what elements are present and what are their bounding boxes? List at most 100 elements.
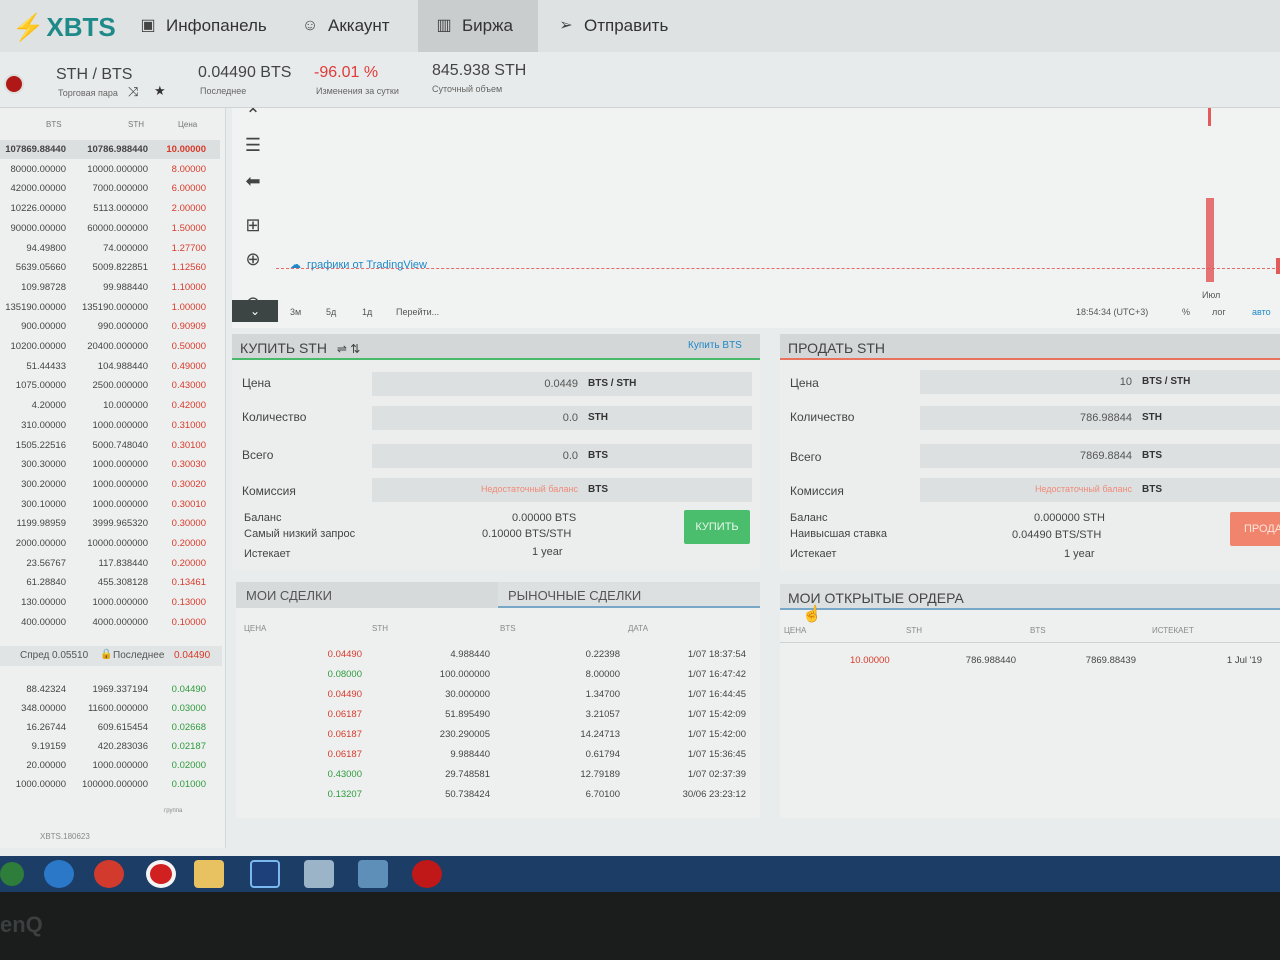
ask-row[interactable]: 1075.00000 2500.000000 0.43000 <box>0 376 220 395</box>
buy-total-field[interactable]: 0.0 BTS <box>372 444 752 468</box>
ask-row[interactable]: 80000.00000 10000.000000 8.00000 <box>0 160 220 179</box>
range-3m[interactable]: 3м <box>290 307 301 317</box>
tradingview-link[interactable]: ☁ графики от TradingView <box>290 258 427 271</box>
zoom-icon[interactable]: ⊕ <box>242 248 264 270</box>
ie-browser-icon[interactable] <box>44 860 74 888</box>
buy-button[interactable]: КУПИТЬ <box>684 510 750 544</box>
buy-panel: КУПИТЬ STH ⇌ ⇅ Купить BTS Цена 0.0449 BT… <box>232 334 760 570</box>
ask-row[interactable]: 1505.22516 5000.748040 0.30100 <box>0 436 220 455</box>
tab-my-trades[interactable]: МОИ СДЕЛКИ <box>236 582 498 608</box>
trade-row[interactable]: 0.04490 30.000000 1.34700 1/07 16:44:45 <box>236 684 760 704</box>
buy-qty-field[interactable]: 0.0 STH <box>372 406 752 430</box>
sell-price-field[interactable]: 10 BTS / STH <box>920 370 1280 394</box>
star-icon[interactable]: ★ <box>154 83 166 99</box>
sell-button[interactable]: ПРОДА <box>1230 512 1280 546</box>
trade-row[interactable]: 0.06187 230.290005 14.24713 1/07 15:42:00 <box>236 724 760 744</box>
sell-highest-bid-value[interactable]: 0.04490 BTS/STH <box>1012 529 1101 541</box>
draw-tool-icon[interactable]: ⌃ <box>242 104 264 126</box>
ticker-bar: STH / BTS Торговая пара ⤨ ★ 0.04490 BTS … <box>0 52 1280 108</box>
ask-row[interactable]: 42000.00000 7000.000000 6.00000 <box>0 179 220 198</box>
sell-fee-warning: Недостаточный баланс <box>1034 484 1132 494</box>
price-chart[interactable]: ⌃ ☰ ⬅ ⊞ ⊕ ⊙ ☁графики от TradingView Июл … <box>232 105 1280 328</box>
range-5d[interactable]: 5д <box>326 307 336 317</box>
trade-row[interactable]: 0.43000 29.748581 12.79189 1/07 02:37:39 <box>236 764 760 784</box>
nav-tab-account[interactable]: ☺ Аккаунт <box>294 0 412 52</box>
ask-row[interactable]: 109.98728 99.988440 1.10000 <box>0 278 220 297</box>
chrome-browser-icon[interactable] <box>94 860 124 888</box>
bid-row[interactable]: 16.26744 609.615454 0.02668 <box>0 718 220 737</box>
nav-tab-dashboard[interactable]: ▣ Инфопанель <box>132 0 272 52</box>
bid-row[interactable]: 9.19159 420.283036 0.02187 <box>0 737 220 756</box>
xbts-app-icon[interactable] <box>412 860 442 888</box>
swap-icon[interactable]: ⇌ ⇅ <box>337 342 360 356</box>
ask-row[interactable]: 135190.00000 135190.000000 1.00000 <box>0 298 220 317</box>
ask-amount-bts: 80000.00000 <box>10 163 66 175</box>
pair-name[interactable]: STH / BTS <box>56 66 132 84</box>
ask-row[interactable]: 107869.88440 10786.988440 10.00000 <box>0 140 220 159</box>
measure-icon[interactable]: ⊞ <box>242 214 264 236</box>
buy-price-field[interactable]: 0.0449 BTS / STH <box>372 372 752 396</box>
ask-row[interactable]: 51.44433 104.988440 0.49000 <box>0 357 220 376</box>
ask-row[interactable]: 130.00000 1000.000000 0.13000 <box>0 593 220 612</box>
trade-row[interactable]: 0.04490 4.988440 0.22398 1/07 18:37:54 <box>236 644 760 664</box>
fib-tool-icon[interactable]: ☰ <box>242 134 264 156</box>
folder-icon[interactable] <box>194 860 224 888</box>
buy-balance-value[interactable]: 0.00000 BTS <box>512 512 576 524</box>
logo[interactable]: ⚡XBTS <box>12 12 116 43</box>
auto-toggle[interactable]: авто <box>1252 307 1271 317</box>
bid-row[interactable]: 348.00000 11600.000000 0.03000 <box>0 699 220 718</box>
back-arrow-icon[interactable]: ⬅ <box>242 170 264 192</box>
range-1d[interactable]: 1д <box>362 307 372 317</box>
nav-tab-label: Отправить <box>584 16 669 35</box>
ask-row[interactable]: 90000.00000 60000.000000 1.50000 <box>0 219 220 238</box>
photoshop-icon[interactable] <box>250 860 280 888</box>
sell-total-field[interactable]: 7869.8844 BTS <box>920 444 1280 468</box>
trade-row[interactable]: 0.06187 9.988440 0.61794 1/07 15:36:45 <box>236 744 760 764</box>
tab-market-trades[interactable]: РЫНОЧНЫЕ СДЕЛКИ <box>498 582 760 608</box>
sell-balance-value[interactable]: 0.000000 STH <box>1034 512 1105 524</box>
percent-toggle[interactable]: % <box>1182 307 1190 317</box>
ask-row[interactable]: 300.10000 1000.000000 0.30010 <box>0 495 220 514</box>
opera-browser-icon[interactable] <box>146 860 176 888</box>
group-label[interactable]: группа <box>164 808 182 814</box>
bid-row[interactable]: 88.42324 1969.337194 0.04490 <box>0 680 220 699</box>
app-window-icon[interactable] <box>358 860 388 888</box>
document-icon[interactable] <box>304 860 334 888</box>
nav-tab-exchange[interactable]: ▥ Биржа <box>418 0 538 52</box>
trade-row[interactable]: 0.13207 50.738424 6.70100 30/06 23:23:12 <box>236 784 760 804</box>
buy-lowest-ask-value[interactable]: 0.10000 BTS/STH <box>482 528 571 540</box>
sell-qty-field[interactable]: 786.98844 STH <box>920 406 1280 430</box>
ask-row[interactable]: 4.20000 10.000000 0.42000 <box>0 396 220 415</box>
ask-row[interactable]: 94.49800 74.000000 1.27700 <box>0 239 220 258</box>
ask-row[interactable]: 61.28840 455.308128 0.13461 <box>0 573 220 592</box>
ask-row[interactable]: 1199.98959 3999.965320 0.30000 <box>0 514 220 533</box>
ask-row[interactable]: 10200.00000 20400.000000 0.50000 <box>0 337 220 356</box>
sell-fee-field[interactable]: Недостаточный баланс BTS <box>920 478 1280 502</box>
bid-row[interactable]: 20.00000 1000.000000 0.02000 <box>0 756 220 775</box>
trade-row[interactable]: 0.06187 51.895490 3.21057 1/07 15:42:09 <box>236 704 760 724</box>
buy-fee-warning: Недостаточный баланс <box>480 484 578 494</box>
sell-expires-value[interactable]: 1 year <box>1064 548 1095 560</box>
shuffle-icon[interactable]: ⤨ <box>128 84 138 100</box>
nav-tab-send[interactable]: ➢ Отправить <box>550 0 680 52</box>
go-to-date[interactable]: Перейти... <box>396 307 439 317</box>
ask-row[interactable]: 310.00000 1000.000000 0.31000 <box>0 416 220 435</box>
trade-bts: 3.21057 <box>585 709 620 720</box>
log-toggle[interactable]: лог <box>1212 307 1226 317</box>
open-order-row[interactable]: 10.00000 786.988440 7869.88439 1 Jul '19 <box>780 650 1280 670</box>
ask-row[interactable]: 900.00000 990.000000 0.90909 <box>0 317 220 336</box>
ask-row[interactable]: 2000.00000 10000.000000 0.20000 <box>0 534 220 553</box>
ask-row[interactable]: 300.30000 1000.000000 0.30030 <box>0 455 220 474</box>
start-button-icon[interactable] <box>0 862 24 886</box>
ask-row[interactable]: 5639.05660 5009.822851 1.12560 <box>0 258 220 277</box>
ask-row[interactable]: 300.20000 1000.000000 0.30020 <box>0 475 220 494</box>
buy-fee-field[interactable]: Недостаточный баланс BTS <box>372 478 752 502</box>
ask-amount-bts: 4.20000 <box>31 400 66 412</box>
trade-row[interactable]: 0.08000 100.000000 8.00000 1/07 16:47:42 <box>236 664 760 684</box>
bid-row[interactable]: 1000.00000 100000.000000 0.01000 <box>0 775 220 794</box>
ask-row[interactable]: 10226.00000 5113.000000 2.00000 <box>0 199 220 218</box>
ask-row[interactable]: 23.56767 117.838440 0.20000 <box>0 554 220 573</box>
buy-bts-link[interactable]: Купить BTS <box>688 340 742 351</box>
buy-expires-value[interactable]: 1 year <box>532 546 563 558</box>
ask-row[interactable]: 400.00000 4000.000000 0.10000 <box>0 613 220 632</box>
